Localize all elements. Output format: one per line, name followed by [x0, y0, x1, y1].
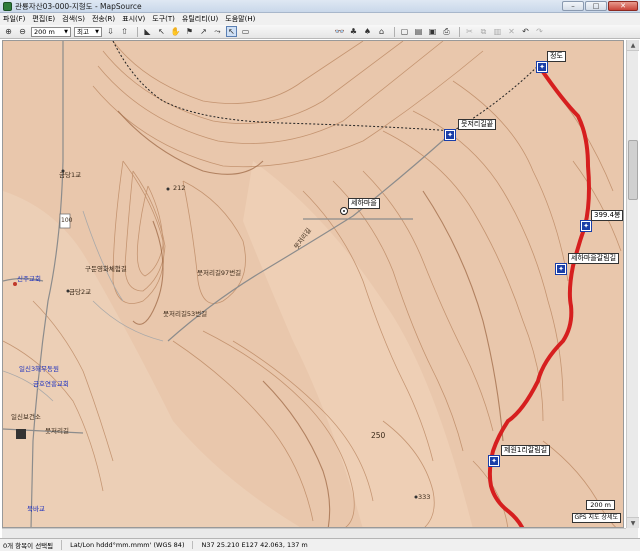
window-controls: – □ ✕ — [562, 1, 638, 11]
waypoint-label-mokchuri[interactable]: 뭇저리길끝 — [458, 119, 497, 130]
place-label: 뭇저리길 — [45, 427, 69, 435]
coordinate-format: Lat/Lon hddd°mm.mmm' (WGS 84) — [70, 541, 194, 549]
menu-file[interactable]: 파일(F) — [3, 14, 25, 24]
hiker-waypoint-icon[interactable]: ✦ — [580, 220, 592, 232]
menu-help[interactable]: 도움말(H) — [225, 14, 255, 24]
menu-tools[interactable]: 도구(T) — [152, 14, 175, 24]
redo-icon[interactable]: ↷ — [534, 26, 545, 37]
title-bar: 관룡자산03-000-지형도 - MapSource – □ ✕ — [0, 0, 640, 13]
waypoint-label-summit[interactable]: 정도 — [547, 51, 566, 62]
hiker-waypoint-icon[interactable]: ✦ — [555, 263, 567, 275]
elevation-label: 250 — [371, 431, 386, 440]
menu-view[interactable]: 표시(V) — [122, 14, 145, 24]
elevation-label: 212 — [173, 184, 186, 192]
place-label: 신주교회 — [17, 275, 41, 283]
gps-map-detail-label: GPS 지도 상세도 — [571, 513, 621, 523]
save-file-icon[interactable]: ▣ — [427, 26, 438, 37]
app-icon — [3, 1, 12, 11]
horizontal-scrollbar[interactable] — [2, 528, 626, 538]
toolbar-separator — [394, 26, 395, 37]
undo-icon[interactable]: ↶ — [520, 26, 531, 37]
route-number: 100 — [61, 217, 73, 224]
find-address-icon[interactable]: ⌂ — [376, 26, 387, 37]
place-label: 북바교 — [27, 505, 45, 513]
toolbar: ⊕ ⊖ 200 m ▼ 최고 ▼ ⇩ ⇧ ◣ ↖ ✋ ⚑ ↗ ⤳ ↖ ▭ 👓 ♣ ♠… — [0, 25, 640, 39]
chevron-down-icon: ▼ — [64, 28, 68, 35]
place-label: 일신보건소 — [11, 413, 41, 421]
minimize-button[interactable]: – — [562, 1, 584, 11]
send-to-device-icon[interactable]: ⇧ — [119, 26, 130, 37]
map-view[interactable]: ✦ 정도 ✦ 뭇저리길끝 ✦ 399.4봉 ✦ 세하마을갈림길 ✦ 제원1리갈림… — [2, 40, 624, 528]
selection-status: 0개 항목이 선택됨 — [3, 540, 63, 550]
map-tool-icon[interactable]: ◣ — [142, 26, 153, 37]
hiker-waypoint-icon[interactable]: ✦ — [536, 61, 548, 73]
scroll-thumb[interactable] — [628, 140, 638, 200]
zoom-in-icon[interactable]: ⊕ — [3, 26, 14, 37]
copy-icon[interactable]: ⧉ — [478, 26, 489, 37]
track-tool-icon[interactable]: ⤳ — [212, 26, 223, 37]
hiker-waypoint-icon[interactable]: ✦ — [444, 129, 456, 141]
paste-icon[interactable]: ▥ — [492, 26, 503, 37]
place-label: 금호연흥교회 — [33, 380, 69, 388]
open-file-icon[interactable]: ▤ — [413, 26, 424, 37]
delete-icon[interactable]: ✕ — [506, 26, 517, 37]
hand-tool-icon[interactable]: ✋ — [170, 26, 181, 37]
find-places-icon[interactable]: ♠ — [362, 26, 373, 37]
waypoint-label-seha-junction[interactable]: 세하마을갈림길 — [568, 253, 620, 264]
cursor-tool-icon[interactable]: ↖ — [226, 26, 237, 37]
menu-search[interactable]: 검색(S) — [62, 14, 85, 24]
vertical-scrollbar[interactable]: ▲ ▼ — [626, 40, 639, 528]
menu-utilities[interactable]: 유틸리티(U) — [182, 14, 218, 24]
find-near-icon[interactable]: ♣ — [348, 26, 359, 37]
road-label: 뭇저리길97번길 — [197, 269, 242, 277]
maximize-button[interactable]: □ — [585, 1, 607, 11]
waypoint-label-peak-399[interactable]: 399.4봉 — [591, 210, 623, 221]
measure-tool-icon[interactable]: ▭ — [240, 26, 251, 37]
zoom-scale-select[interactable]: 200 m ▼ — [31, 26, 71, 37]
menu-edit[interactable]: 편집(E) — [32, 14, 55, 24]
road-label: 뭇저리길53번길 — [163, 310, 208, 318]
place-label: 금당2교 — [69, 288, 92, 296]
toolbar-separator — [459, 26, 460, 37]
select-tool-icon[interactable]: ↖ — [156, 26, 167, 37]
place-label: 일신3해무동원 — [19, 365, 60, 373]
menu-bar: 파일(F) 편집(E) 검색(S) 전송(R) 표시(V) 도구(T) 유틸리티… — [0, 13, 640, 25]
new-file-icon[interactable]: ▢ — [399, 26, 410, 37]
find-icon[interactable]: 👓 — [334, 26, 345, 37]
road-label: 구둔영화체험길 — [85, 265, 127, 273]
elevation-label: 333 — [418, 493, 431, 501]
detail-level-select[interactable]: 최고 ▼ — [74, 26, 102, 37]
map-scale: 200 m — [586, 500, 615, 510]
print-icon[interactable]: ⎙ — [441, 26, 452, 37]
chevron-down-icon: ▼ — [95, 28, 99, 35]
cut-icon[interactable]: ✂ — [464, 26, 475, 37]
scroll-corner — [626, 528, 638, 538]
window-title: 관룡자산03-000-지형도 - MapSource — [15, 1, 142, 11]
poi-label-seha-village[interactable]: 세하마을 — [348, 198, 380, 209]
hiker-waypoint-icon[interactable]: ✦ — [488, 455, 500, 467]
receive-from-device-icon[interactable]: ⇩ — [105, 26, 116, 37]
scroll-down-icon[interactable]: ▼ — [627, 517, 639, 528]
waypoint-tool-icon[interactable]: ⚑ — [184, 26, 195, 37]
toolbar-separator — [137, 26, 138, 37]
route-tool-icon[interactable]: ↗ — [198, 26, 209, 37]
detail-level-value: 최고 — [77, 27, 89, 36]
menu-transfer[interactable]: 전송(R) — [92, 14, 115, 24]
scroll-up-icon[interactable]: ▲ — [627, 40, 639, 51]
place-label: 금당1교 — [59, 171, 82, 179]
zoom-scale-value: 200 m — [34, 27, 55, 36]
cursor-coordinates: N37 25.210 E127 42.063, 137 m — [201, 541, 308, 549]
status-bar: 0개 항목이 선택됨 Lat/Lon hddd°mm.mmm' (WGS 84)… — [0, 538, 640, 551]
close-button[interactable]: ✕ — [608, 1, 638, 11]
waypoint-label-jewon-junction[interactable]: 제원1리갈림길 — [501, 445, 551, 456]
zoom-out-icon[interactable]: ⊖ — [17, 26, 28, 37]
